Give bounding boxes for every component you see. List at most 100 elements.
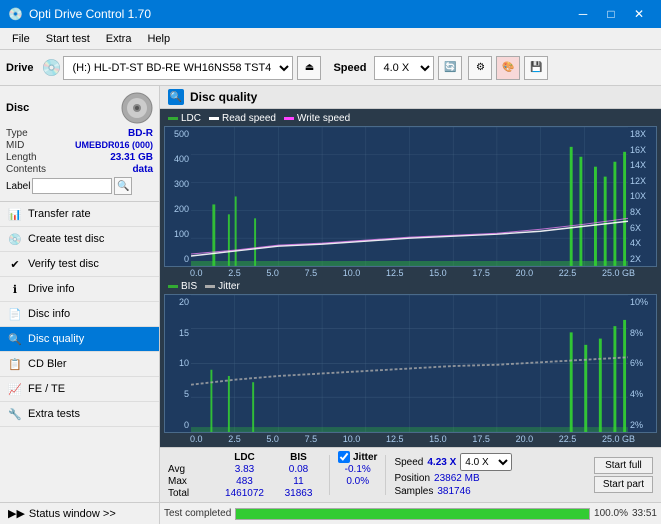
close-button[interactable]: ✕ <box>625 4 653 24</box>
title-bar-left: 💿 Opti Drive Control 1.70 <box>8 7 151 21</box>
sidebar-item-label: Create test disc <box>28 233 104 245</box>
status-window[interactable]: ▶▶ Status window >> <box>0 502 159 524</box>
sidebar-item-label: Extra tests <box>28 408 80 420</box>
extra-tests-icon: 🔧 <box>8 407 22 421</box>
progress-bar-fill <box>236 509 589 519</box>
max-bis: 11 <box>276 476 321 487</box>
avg-ldc: 3.83 <box>217 464 272 475</box>
disc-length-label: Length <box>6 152 37 163</box>
create-test-disc-icon: 💿 <box>8 232 22 246</box>
menu-start-test[interactable]: Start test <box>38 31 98 47</box>
disc-icon <box>121 92 153 124</box>
sidebar-item-drive-info[interactable]: ℹ Drive info <box>0 277 159 302</box>
chart2-svg <box>191 295 628 432</box>
menu-help[interactable]: Help <box>139 31 178 47</box>
position-label: Position <box>394 473 430 484</box>
bis-color <box>168 285 178 288</box>
stats-bis-col: BIS 0.08 11 31863 <box>276 452 321 499</box>
speed-stat-select[interactable]: 4.0 X <box>460 453 512 471</box>
jitter-checkbox[interactable] <box>338 451 350 463</box>
disc-panel-header: Disc <box>6 92 153 124</box>
nav-items: 📊 Transfer rate 💿 Create test disc ✔ Ver… <box>0 202 159 502</box>
total-bis: 31863 <box>276 488 321 499</box>
chart2-x-axis: 0.0 2.5 5.0 7.5 10.0 12.5 15.0 17.5 20.0… <box>162 433 659 445</box>
menu-file[interactable]: File <box>4 31 38 47</box>
disc-label-input[interactable] <box>32 178 112 194</box>
chart1-svg <box>191 127 628 266</box>
maximize-button[interactable]: □ <box>597 4 625 24</box>
stats-spacer <box>168 452 213 463</box>
sidebar-item-fe-te[interactable]: 📈 FE / TE <box>0 377 159 402</box>
settings-button[interactable]: ⚙ <box>468 56 492 80</box>
jitter-legend: Jitter <box>205 281 240 292</box>
menu-extra[interactable]: Extra <box>98 31 140 47</box>
bis-legend: BIS <box>168 281 197 292</box>
max-jitter: 0.0% <box>338 476 377 487</box>
avg-bis: 0.08 <box>276 464 321 475</box>
jitter-col-header: Jitter <box>353 452 377 463</box>
total-label: Total <box>168 488 213 499</box>
drive-label: Drive <box>6 62 34 74</box>
title-bar: 💿 Opti Drive Control 1.70 ─ □ ✕ <box>0 0 661 28</box>
disc-quality-icon-header: 🔍 <box>168 89 184 105</box>
disc-mid-row: MID UMEBDR016 (000) <box>6 140 153 151</box>
stats-bar: Avg Max Total LDC 3.83 483 1461072 BIS 0… <box>160 447 661 502</box>
sidebar-item-extra-tests[interactable]: 🔧 Extra tests <box>0 402 159 427</box>
total-ldc: 1461072 <box>217 488 272 499</box>
avg-label: Avg <box>168 464 213 475</box>
chart1-y-left: 500 400 300 200 100 0 <box>165 127 191 266</box>
start-buttons: Start full Start part <box>594 457 653 493</box>
chart1-legend: LDC Read speed Write speed <box>162 111 659 126</box>
refresh-button[interactable]: 🔄 <box>438 56 462 80</box>
sidebar-item-transfer-rate[interactable]: 📊 Transfer rate <box>0 202 159 227</box>
verify-test-disc-icon: ✔ <box>8 257 22 271</box>
drive-select[interactable]: (H:) HL-DT-ST BD-RE WH16NS58 TST4 <box>63 56 293 80</box>
drive-icon: 💿 <box>42 58 62 78</box>
progress-bar-bg <box>235 508 590 520</box>
start-part-button[interactable]: Start part <box>594 476 653 493</box>
sidebar: Disc Type BD-R MID UMEBDR016 (000) Lengt… <box>0 86 160 524</box>
disc-mid-value: UMEBDR016 (000) <box>75 140 153 151</box>
disc-label-label: Label <box>6 181 30 192</box>
read-speed-label: Read speed <box>222 113 276 124</box>
chart1-svg-area <box>191 127 628 266</box>
eject-button[interactable]: ⏏ <box>297 56 321 80</box>
progress-percent: 100.0% <box>594 508 628 519</box>
chart1-container: LDC Read speed Write speed <box>160 109 661 279</box>
speed-stat-label: Speed <box>394 457 423 468</box>
speed-select[interactable]: 4.0 X <box>374 56 434 80</box>
bis-label: BIS <box>181 281 197 292</box>
stats-speed-col: Speed 4.23 X 4.0 X Position 23862 MB Sam… <box>394 453 512 497</box>
samples-row: Samples 381746 <box>394 486 512 497</box>
chart2-y-left: 20 15 10 5 0 <box>165 295 191 432</box>
avg-jitter: -0.1% <box>338 464 377 475</box>
disc-contents-label: Contents <box>6 164 46 175</box>
chart1-x-axis: 0.0 2.5 5.0 7.5 10.0 12.5 15.0 17.5 20.0… <box>162 267 659 279</box>
save-button[interactable]: 💾 <box>524 56 548 80</box>
menu-bar: File Start test Extra Help <box>0 28 661 50</box>
disc-panel: Disc Type BD-R MID UMEBDR016 (000) Lengt… <box>0 86 159 202</box>
sidebar-item-disc-quality[interactable]: 🔍 Disc quality <box>0 327 159 352</box>
transfer-rate-icon: 📊 <box>8 207 22 221</box>
disc-contents-value: data <box>132 164 153 175</box>
disc-contents-row: Contents data <box>6 164 153 175</box>
sidebar-item-disc-info[interactable]: 📄 Disc info <box>0 302 159 327</box>
write-speed-label: Write speed <box>297 113 350 124</box>
position-row: Position 23862 MB <box>394 473 512 484</box>
read-speed-legend: Read speed <box>209 113 276 124</box>
color-button[interactable]: 🎨 <box>496 56 520 80</box>
sidebar-item-create-test-disc[interactable]: 💿 Create test disc <box>0 227 159 252</box>
ldc-label: LDC <box>181 113 201 124</box>
disc-type-label: Type <box>6 128 28 139</box>
chart1-y-right: 18X 16X 14X 12X 10X 8X 6X 4X 2X <box>628 127 656 266</box>
write-speed-color <box>284 117 294 120</box>
ldc-col-header: LDC <box>217 452 272 463</box>
minimize-button[interactable]: ─ <box>569 4 597 24</box>
write-speed-legend: Write speed <box>284 113 350 124</box>
sidebar-item-verify-test-disc[interactable]: ✔ Verify test disc <box>0 252 159 277</box>
sidebar-item-cd-bler[interactable]: 📋 CD Bler <box>0 352 159 377</box>
chart2-legend: BIS Jitter <box>162 279 659 294</box>
disc-label-button[interactable]: 🔍 <box>114 177 132 195</box>
status-text: Test completed <box>164 508 231 519</box>
start-full-button[interactable]: Start full <box>594 457 653 474</box>
